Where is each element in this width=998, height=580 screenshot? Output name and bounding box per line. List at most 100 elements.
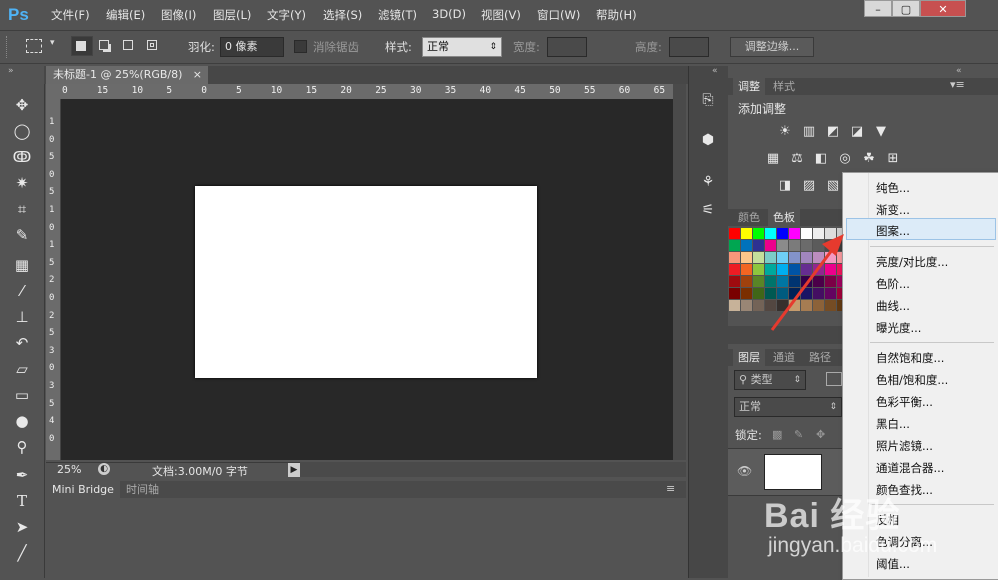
photo-filter-icon[interactable]: ◎ (836, 151, 854, 167)
lock-position-icon[interactable]: ✥ (816, 428, 825, 441)
pen-icon[interactable]: ✒ (11, 464, 33, 486)
brightness-icon[interactable]: ☀ (776, 124, 794, 140)
menu-item-color-balance[interactable]: 色彩平衡... (876, 394, 933, 410)
horizontal-scrollbar[interactable] (300, 462, 686, 477)
height-input[interactable] (669, 37, 709, 57)
image-filter-icon[interactable] (826, 372, 842, 386)
eraser-icon[interactable]: ▱ (11, 358, 33, 380)
tab-swatches[interactable]: 色板 (768, 209, 800, 226)
menu-item-photo-filter[interactable]: 照片滤镜... (876, 438, 933, 454)
history-brush-icon[interactable]: ↶ (11, 332, 33, 354)
move-tool-icon[interactable]: ✥ (11, 94, 33, 116)
close-window-button[interactable]: ✕ (920, 0, 966, 17)
color-swatch[interactable] (729, 276, 740, 287)
new-selection-button[interactable] (71, 36, 93, 56)
type-tool-icon[interactable]: T (11, 490, 33, 512)
vertical-scrollbar[interactable] (673, 84, 686, 460)
magic-wand-icon[interactable]: ✷ (11, 172, 33, 194)
status-info-icon[interactable]: ◐ (98, 463, 110, 475)
menu-edit[interactable]: 编辑(E) (106, 7, 145, 23)
tab-mini-bridge[interactable]: Mini Bridge (46, 481, 120, 498)
gradient-icon[interactable]: ▭ (11, 384, 33, 406)
menu-image[interactable]: 图像(I) (161, 7, 196, 23)
posterize-icon[interactable]: ▨ (800, 178, 818, 194)
3d-panel-icon[interactable]: ⬢ (698, 130, 718, 150)
triangle-icon[interactable]: ▼ (872, 124, 890, 140)
kind-filter-select[interactable]: ⚲ 类型 ⇕ (734, 370, 806, 390)
curves-icon[interactable]: ◩ (824, 124, 842, 140)
lock-pixels-icon[interactable]: ✎ (794, 428, 803, 441)
menu-item-gradient[interactable]: 渐变... (876, 202, 910, 218)
document-canvas[interactable] (195, 186, 537, 378)
menu-window[interactable]: 窗口(W) (537, 7, 580, 23)
stamp-icon[interactable]: ⊥ (11, 306, 33, 328)
subtract-selection-button[interactable] (119, 36, 141, 56)
healing-brush-icon[interactable]: ▦ (11, 254, 33, 276)
color-swatch[interactable] (729, 264, 740, 275)
play-arrow-icon[interactable]: ▶ (288, 463, 300, 477)
menu-file[interactable]: 文件(F) (51, 7, 90, 23)
blur-icon[interactable]: ● (11, 410, 33, 432)
tab-channels[interactable]: 通道 (768, 349, 800, 366)
menu-item-levels[interactable]: 色阶... (876, 276, 910, 292)
brush-settings-icon[interactable]: ⚟ (698, 200, 718, 220)
color-swatch[interactable] (741, 300, 752, 311)
maximize-button[interactable]: ▢ (892, 0, 920, 17)
tab-color[interactable]: 颜色 (733, 209, 765, 226)
channel-mixer-icon[interactable]: ☘ (860, 151, 878, 167)
lasso-icon[interactable]: ↂ (11, 146, 33, 168)
menu-item-exposure[interactable]: 曝光度... (876, 320, 921, 336)
path-select-icon[interactable]: ➤ (11, 516, 33, 538)
bw-icon[interactable]: ◧ (812, 151, 830, 167)
crop-icon[interactable]: ⌗ (11, 198, 33, 220)
chevron-down-icon[interactable]: ▾ (50, 38, 55, 48)
menu-select[interactable]: 选择(S) (323, 7, 362, 23)
color-swatch[interactable] (741, 264, 752, 275)
menu-view[interactable]: 视图(V) (481, 7, 521, 23)
menu-3d[interactable]: 3D(D) (432, 7, 466, 21)
line-tool-icon[interactable]: ╱ (11, 542, 33, 564)
color-swatch[interactable] (729, 252, 740, 263)
collapse-right-icon[interactable]: « (956, 66, 962, 76)
menu-type[interactable]: 文字(Y) (267, 7, 306, 23)
menu-layer[interactable]: 图层(L) (213, 7, 251, 23)
antialias-checkbox[interactable] (294, 40, 307, 53)
lock-transparent-icon[interactable]: ▩ (772, 428, 782, 441)
menu-help[interactable]: 帮助(H) (596, 7, 637, 23)
color-swatch[interactable] (729, 228, 740, 239)
balance-icon[interactable]: ⚖ (788, 151, 806, 167)
hue-icon[interactable]: ▦ (764, 151, 782, 167)
tab-paths[interactable]: 路径 (804, 349, 836, 366)
close-icon[interactable]: × (193, 66, 202, 84)
zoom-level[interactable]: 25% (57, 463, 81, 476)
menu-item-vibrance[interactable]: 自然饱和度... (876, 350, 944, 366)
expand-icon[interactable]: » (8, 66, 14, 76)
lookup-icon[interactable]: ⊞ (884, 151, 902, 167)
panel-menu-icon[interactable]: ≡ (666, 482, 675, 495)
invert-icon[interactable]: ◨ (776, 178, 794, 194)
brush-icon[interactable]: ⁄ (11, 280, 33, 302)
color-swatch[interactable] (741, 276, 752, 287)
menu-item-channel-mixer[interactable]: 通道混合器... (876, 460, 944, 476)
levels-icon[interactable]: ▥ (800, 124, 818, 140)
history-panel-icon[interactable]: ⎘ (698, 90, 718, 110)
intersect-selection-button[interactable] (143, 36, 165, 56)
width-input[interactable] (547, 37, 587, 57)
brush-presets-icon[interactable]: ⚘ (698, 172, 718, 192)
color-swatch[interactable] (741, 288, 752, 299)
menu-filter[interactable]: 滤镜(T) (378, 7, 417, 23)
marquee-tool-icon[interactable] (26, 39, 42, 53)
exposure-icon[interactable]: ◪ (848, 124, 866, 140)
menu-item-black-white[interactable]: 黑白... (876, 416, 910, 432)
color-swatch[interactable] (729, 240, 740, 251)
color-swatch[interactable] (729, 300, 740, 311)
collapse-icon[interactable]: « (712, 66, 718, 76)
add-selection-button[interactable] (95, 36, 117, 56)
style-select[interactable]: 正常 ⇕ (422, 37, 502, 57)
document-tab[interactable]: 未标题-1 @ 25%(RGB/8) × (46, 66, 208, 84)
color-swatch[interactable] (741, 240, 752, 251)
menu-item-solid-color[interactable]: 纯色... (876, 180, 910, 196)
eye-icon[interactable]: 👁 (737, 464, 752, 478)
tab-timeline[interactable]: 时间轴 (120, 481, 165, 498)
color-swatch[interactable] (741, 252, 752, 263)
